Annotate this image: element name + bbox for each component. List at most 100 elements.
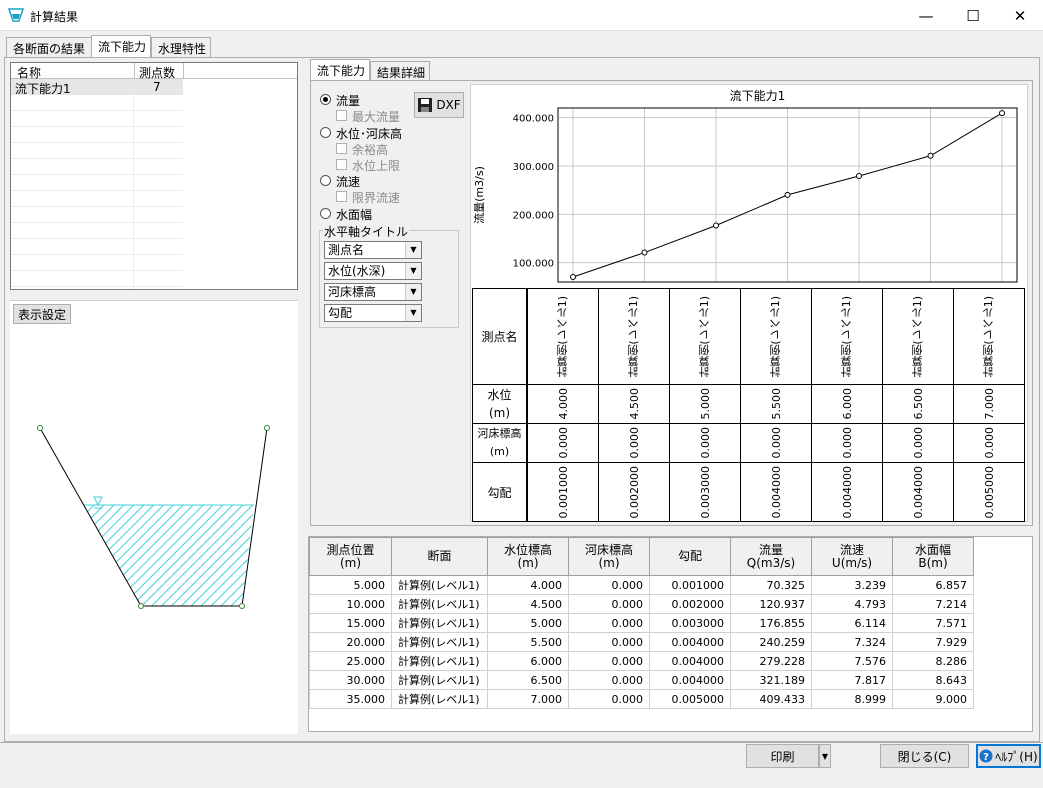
results-cell: 7.576 [811,651,893,671]
subtab-detail[interactable]: 結果詳細 [370,61,430,81]
subtab-flow-capacity[interactable]: 流下能力 [310,59,370,81]
print-dropdown-button[interactable]: ▼ [819,744,831,768]
results-header[interactable]: 流速 U(m/s) [811,537,893,576]
label-water-level: 水位･河床高 [336,127,403,141]
result-list[interactable]: 名称 測点数 流下能力1 7 [10,62,298,290]
htitle-select-3[interactable]: 河床標高 ▼ [324,283,422,301]
results-cell: 321.189 [730,670,812,690]
tab-section-results[interactable]: 各断面の結果 [6,37,92,57]
app-icon [8,8,24,22]
results-cell: 7.817 [811,670,893,690]
htitle-select-1[interactable]: 測点名 ▼ [324,241,422,259]
wl-cell: 7.000 [953,385,1024,423]
station-cell: 計算例(レベル1) [953,289,1024,384]
table-row[interactable]: 35.000 計算例(レベル1) 7.000 0.000 0.005000 409.433… [309,689,974,709]
slope-cell: 0.002000 [598,463,669,521]
results-cell: 7.214 [892,594,974,614]
slope-cell: 0.001000 [527,463,598,521]
data-point [784,191,791,198]
floppy-disk-icon [418,98,433,112]
slope-cell: 0.003000 [669,463,740,521]
chart-data-table: 測点名 計算例(レベル1) 計算例(レベル1) 計算例(レベル1) 計算例(レベル1)… [472,288,1025,522]
close-dialog-button[interactable]: 閉じる(C) [880,744,969,768]
row-label-station: 測点名 [472,288,527,385]
chevron-down-icon: ▼ [405,242,421,258]
list-header: 名称 測点数 [11,63,297,80]
bed-cell: 0.000 [527,424,598,462]
check-freeboard[interactable] [336,143,347,154]
radio-width[interactable] [320,208,331,219]
results-header[interactable]: 流量 Q(m3/s) [730,537,812,576]
results-cell: 0.000 [568,575,650,595]
results-cell: 4.000 [487,575,569,595]
check-critical-velocity[interactable] [336,191,347,202]
tab-hydraulic[interactable]: 水理特性 [151,37,211,57]
table-row[interactable]: 30.000 計算例(レベル1) 6.500 0.000 0.004000 321.189… [309,670,974,690]
results-header[interactable]: 測点位置 (m) [309,537,392,576]
results-cell: 計算例(レベル1) [391,594,488,614]
bed-cell: 0.000 [953,424,1024,462]
results-cell: 8.286 [892,651,974,671]
radio-flow[interactable] [320,94,331,105]
print-button[interactable]: 印刷 [746,744,819,768]
check-max-flow[interactable] [336,110,347,121]
results-header[interactable]: 勾配 [649,537,731,576]
results-cell: 25.000 [309,651,392,671]
label-flow: 流量 [336,94,361,108]
bed-cell: 0.000 [598,424,669,462]
results-table-container: 測点位置 (m) 断面 水位標高 (m) 河床標高 (m) 勾配 流量 Q(m3/s) 流速 U(m/… [308,536,1033,732]
row-count: 7 [153,80,161,94]
table-row[interactable]: 25.000 計算例(レベル1) 6.000 0.000 0.004000 279.228… [309,651,974,671]
results-cell: 0.003000 [649,613,731,633]
table-row[interactable]: 20.000 計算例(レベル1) 5.500 0.000 0.004000 240.259… [309,632,974,652]
display-settings-button[interactable]: 表示設定 [13,304,71,324]
results-cell: 計算例(レベル1) [391,575,488,595]
table-row[interactable]: 5.000 計算例(レベル1) 4.000 0.000 0.001000 70.325 3.… [309,575,974,595]
data-point [927,152,934,159]
slope-cell: 0.004000 [811,463,882,521]
station-cell: 計算例(レベル1) [669,289,740,384]
results-cell: 35.000 [309,689,392,709]
wl-cell: 6.500 [882,385,953,423]
radio-water-level[interactable] [320,127,331,138]
station-cell: 計算例(レベル1) [811,289,882,384]
minimize-button[interactable]: — [903,0,949,31]
results-cell: 176.855 [730,613,812,633]
station-cell: 計算例(レベル1) [598,289,669,384]
results-cell: 4.793 [811,594,893,614]
results-cell: 279.228 [730,651,812,671]
check-wl-upper[interactable] [336,159,347,170]
maximize-button[interactable]: ☐ [950,0,996,31]
chevron-down-icon: ▼ [405,263,421,279]
options-panel: 流量 最大流量 水位･河床高 余裕高 水位上限 流速 限界流速 水面幅 水平軸タ… [318,85,468,523]
title-bar: 計算結果 — ☐ ✕ [0,0,1043,31]
label-freeboard: 余裕高 [352,143,389,157]
dxf-button[interactable]: DXF [414,92,464,118]
table-row[interactable]: 15.000 計算例(レベル1) 5.000 0.000 0.003000 176.855… [309,613,974,633]
results-cell: 20.000 [309,632,392,652]
results-cell: 0.000 [568,670,650,690]
results-cell: 5.000 [487,613,569,633]
results-header[interactable]: 水位標高 (m) [487,537,569,576]
results-cell: 8.643 [892,670,974,690]
help-button[interactable]: ? ﾍﾙﾌﾟ(H) [976,744,1041,768]
results-header[interactable]: 水面幅 B(m) [892,537,974,576]
results-cell: 0.004000 [649,632,731,652]
table-row[interactable]: 10.000 計算例(レベル1) 4.500 0.000 0.002000 120.937… [309,594,974,614]
htitle-select-2[interactable]: 水位(水深) ▼ [324,262,422,280]
results-cell: 7.571 [892,613,974,633]
results-cell: 4.500 [487,594,569,614]
htitle-select-4[interactable]: 勾配 ▼ [324,304,422,322]
radio-velocity[interactable] [320,175,331,186]
close-button[interactable]: ✕ [997,0,1043,31]
data-point [713,222,719,229]
results-cell: 計算例(レベル1) [391,689,488,709]
wl-cell: 5.500 [740,385,811,423]
tab-flow-capacity[interactable]: 流下能力 [91,35,151,58]
row-label-bed: 河床標高 (m) [472,423,527,463]
results-header[interactable]: 河床標高 (m) [568,537,650,576]
data-point [570,274,576,281]
list-row[interactable]: 流下能力1 7 [11,79,183,96]
results-header[interactable]: 断面 [391,537,488,576]
chart-title: 流下能力1 [730,89,786,103]
